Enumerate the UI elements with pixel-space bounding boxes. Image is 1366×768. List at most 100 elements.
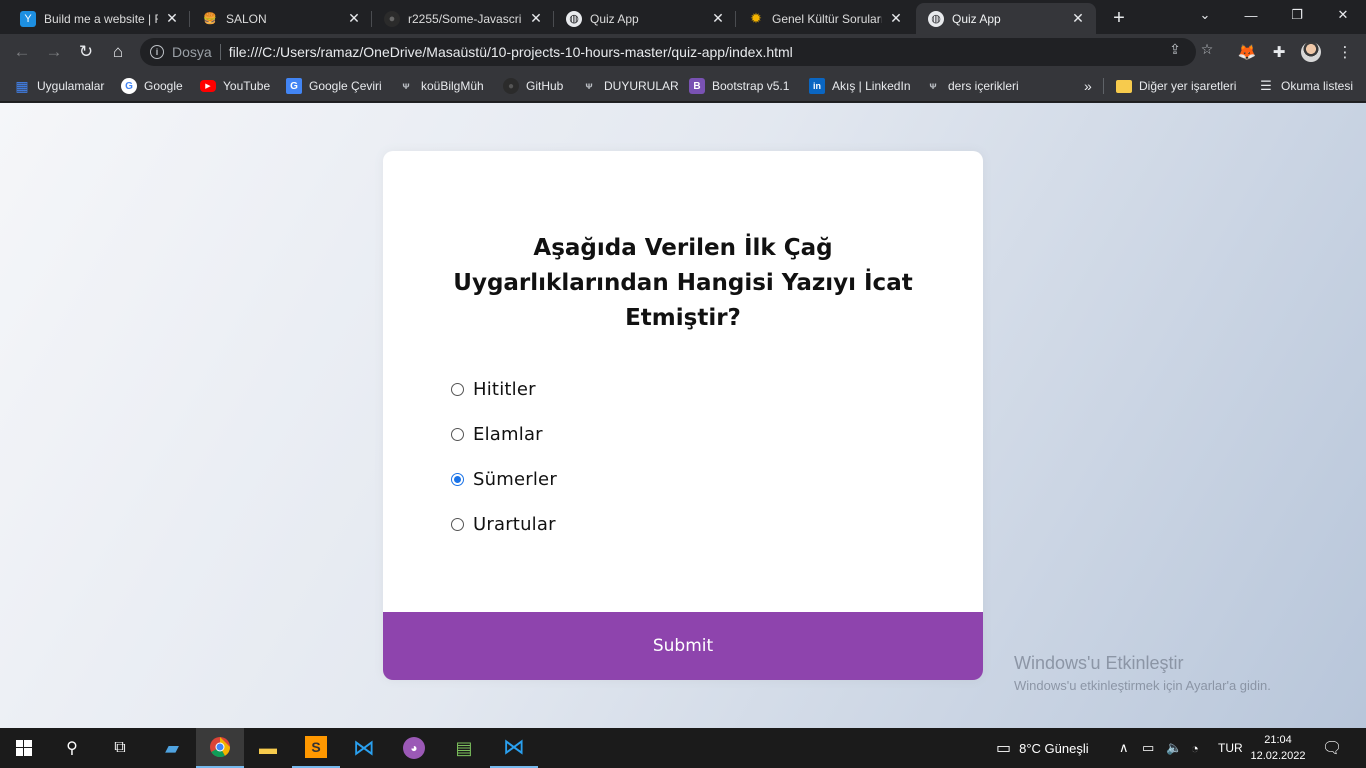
bookmark-label: Google Çeviri <box>309 79 382 93</box>
notifications-icon[interactable]: 🗨 <box>1322 728 1342 768</box>
sublime-text-icon[interactable]: S <box>292 728 340 768</box>
bookmark-label: Google <box>144 79 183 93</box>
browser-tab[interactable]: ● r2255/Some-Javascrip ✕ <box>372 3 554 34</box>
browser-tab[interactable]: ✹ Genel Kültür Soruları ✕ <box>736 3 914 34</box>
language-indicator[interactable]: TUR <box>1218 728 1243 768</box>
vscode-icon[interactable]: ⋈ <box>340 728 388 768</box>
forward-button[interactable]: → <box>40 38 68 66</box>
battery-icon[interactable]: ▭ <box>1142 728 1154 768</box>
share-icon[interactable]: ⇪ <box>1166 40 1184 58</box>
answer-option[interactable]: Hititler <box>451 367 557 412</box>
answer-label[interactable]: Urartular <box>473 514 556 535</box>
address-url[interactable]: file:///C:/Users/ramaz/OneDrive/Masaüstü… <box>229 44 793 60</box>
bookmark-youtube[interactable]: ▶ YouTube <box>200 76 270 96</box>
back-button[interactable]: ← <box>8 38 36 66</box>
tab-title: SALON <box>226 11 267 26</box>
answer-label[interactable]: Sümerler <box>473 469 557 490</box>
weather-text: 8°C Güneşli <box>1019 740 1089 756</box>
wifi-icon[interactable]: ◔ <box>1191 728 1199 768</box>
answer-option[interactable]: Elamlar <box>451 412 557 457</box>
notepad-icon[interactable]: ▤ <box>440 728 488 768</box>
bookmark-bootstrap[interactable]: B Bootstrap v5.1 <box>689 76 789 96</box>
file-explorer-icon[interactable]: ▬ <box>244 728 292 768</box>
desktop-app-icon[interactable]: ▰ <box>148 728 196 768</box>
extensions-puzzle-icon[interactable]: ✚ <box>1268 41 1290 63</box>
chrome-taskbar-icon[interactable] <box>196 728 244 768</box>
burger-icon: 🍔 <box>203 13 217 25</box>
radio-button[interactable] <box>451 383 464 396</box>
github-desktop-icon[interactable]: ◕ <box>390 728 438 768</box>
browser-tab-active[interactable]: ◍ Quiz App ✕ <box>916 3 1096 34</box>
close-icon[interactable]: ✕ <box>346 10 362 27</box>
submit-button[interactable]: Submit <box>383 612 983 680</box>
chrome-icon <box>210 737 231 758</box>
tab-title: Genel Kültür Soruları <box>772 11 882 26</box>
answer-label[interactable]: Hititler <box>473 379 536 400</box>
reload-button[interactable]: ↻ <box>72 38 100 66</box>
windows-logo-icon <box>16 740 32 756</box>
bookmark-label: koüBilgMüh <box>421 79 484 93</box>
bookmark-linkedin[interactable]: in Akış | LinkedIn <box>809 76 911 96</box>
radio-button[interactable] <box>451 518 464 531</box>
apps-grid-icon: ▦ <box>15 77 29 94</box>
address-bar[interactable]: i Dosya file:///C:/Users/ramaz/OneDrive/… <box>140 38 1196 66</box>
task-view-icon[interactable]: ⧉ <box>96 728 144 768</box>
vscode-insiders-icon[interactable]: ⋈ <box>490 728 538 768</box>
volume-icon[interactable]: 🔈 <box>1166 728 1182 768</box>
browser-tab[interactable]: ◍ Quiz App ✕ <box>554 3 736 34</box>
close-icon[interactable]: ✕ <box>164 10 180 27</box>
info-icon[interactable]: i <box>150 45 164 59</box>
reading-list-label: Okuma listesi <box>1281 79 1354 93</box>
browser-toolbar: ← → ↻ ⌂ i Dosya file:///C:/Users/ramaz/O… <box>0 34 1366 70</box>
bookmark-label: ders içerikleri <box>948 79 1019 93</box>
menu-kebab-icon[interactable]: ⋮ <box>1334 41 1356 63</box>
reading-list-button[interactable]: ☰ Okuma listesi <box>1258 76 1353 96</box>
github-icon: ● <box>384 10 400 27</box>
start-button[interactable] <box>0 728 48 768</box>
bookmark-label: DUYURULAR <box>604 79 679 93</box>
address-divider <box>219 44 221 60</box>
bookmark-apps[interactable]: ▦ Uygulamalar <box>14 76 104 96</box>
bootstrap-icon: B <box>689 78 705 94</box>
answer-option[interactable]: Sümerler <box>451 457 557 502</box>
new-tab-button[interactable]: + <box>1106 5 1132 31</box>
browser-tab[interactable]: 🍔 SALON ✕ <box>190 3 372 34</box>
bookmark-other-folder[interactable]: Diğer yer işaretleri <box>1116 76 1236 96</box>
close-icon[interactable]: ✕ <box>528 10 544 27</box>
linkedin-icon: in <box>809 78 825 94</box>
bookmark-duyurular[interactable]: ᴪ DUYURULAR <box>581 76 679 96</box>
close-icon[interactable]: ✕ <box>710 10 726 27</box>
answer-option[interactable]: Urartular <box>451 502 557 547</box>
tray-expand-icon[interactable]: ∧ <box>1119 728 1129 768</box>
kou-icon: ᴪ <box>585 80 593 92</box>
close-icon[interactable]: ✕ <box>1070 10 1086 27</box>
radio-button[interactable] <box>451 428 464 441</box>
home-button[interactable]: ⌂ <box>104 38 132 66</box>
tab-search-button[interactable]: ⌄ <box>1182 0 1228 30</box>
close-window-button[interactable]: ✕ <box>1320 0 1366 30</box>
radio-button-selected[interactable] <box>451 473 464 486</box>
close-icon[interactable]: ✕ <box>888 10 904 27</box>
browser-tab[interactable]: Y Build me a website | Fi ✕ <box>8 3 190 34</box>
bookmark-label: GitHub <box>526 79 564 93</box>
globe-icon: ◍ <box>566 10 582 27</box>
answer-label[interactable]: Elamlar <box>473 424 543 445</box>
restore-button[interactable]: ❐ <box>1274 0 1320 30</box>
windows-activation-watermark: Windows'u Etkinleştir Windows'u etkinleş… <box>1014 653 1271 693</box>
bookmark-github[interactable]: ● GitHub <box>503 76 563 96</box>
bookmark-kou[interactable]: ᴪ koüBilgMüh <box>398 76 484 96</box>
bookmark-translate[interactable]: G Google Çeviri <box>286 76 382 96</box>
bookmarks-overflow-button[interactable]: » <box>1084 76 1092 96</box>
metamask-icon[interactable]: 🦊 <box>1236 41 1258 63</box>
freelancer-icon: Y <box>20 10 36 27</box>
profile-avatar[interactable] <box>1301 42 1321 62</box>
system-clock[interactable]: 21:04 12.02.2022 <box>1248 732 1308 764</box>
bookmark-google[interactable]: G Google <box>121 76 183 96</box>
sublime-logo-icon: S <box>305 736 327 758</box>
bookmark-star-icon[interactable]: ☆ <box>1198 40 1216 58</box>
weather-widget[interactable]: ▭ 8°C Güneşli <box>996 728 1089 768</box>
minimize-button[interactable]: — <box>1228 0 1274 30</box>
tab-title: Quiz App <box>590 11 639 26</box>
search-icon[interactable]: ⚲ <box>48 728 96 768</box>
bookmark-ders[interactable]: ᴪ ders içerikleri <box>925 76 1019 96</box>
